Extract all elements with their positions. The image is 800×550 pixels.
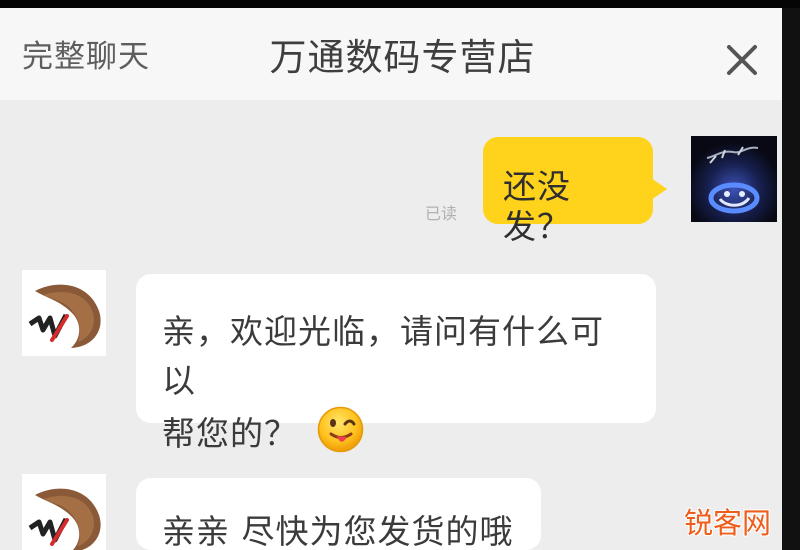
tongue-out-emoji-icon: [316, 405, 365, 454]
chat-header: 完整聊天 万通数码专营店: [0, 8, 800, 100]
chat-screen: 完整聊天 万通数码专营店 已读 还没发？ 亲，欢迎光临，请问有什么可以 帮您的？…: [0, 0, 800, 550]
close-button[interactable]: [720, 38, 764, 82]
user-avatar[interactable]: [691, 136, 777, 222]
shop-logo-icon: [22, 474, 106, 550]
shop-avatar[interactable]: [22, 474, 106, 550]
read-status: 已读: [425, 204, 458, 223]
self-message-bubble: 还没发？: [483, 137, 667, 246]
self-message-row: 已读 还没发？: [0, 100, 782, 246]
message-list: 已读 还没发？ 亲，欢迎光临，请问有什么可以 帮您的？ 亲亲 尽快为您发货的哦: [0, 100, 800, 550]
full-chat-link[interactable]: 完整聊天: [22, 37, 150, 77]
shop-message-bubble: 亲，欢迎光临，请问有什么可以 帮您的？: [136, 274, 656, 453]
status-bar: [0, 0, 800, 8]
shop-message-bubble: 亲亲 尽快为您发货的哦: [136, 478, 541, 550]
shop-avatar[interactable]: [22, 270, 106, 356]
close-icon: [727, 45, 757, 75]
watermark-text: 锐客网: [684, 506, 772, 540]
shop-message-line: 亲，欢迎光临，请问有什么可以: [162, 312, 604, 400]
store-title: 万通数码专营店: [269, 36, 536, 79]
shop-logo-icon: [22, 270, 106, 356]
shop-message-line: 帮您的？: [162, 414, 298, 453]
user-avatar-icon: [691, 136, 777, 222]
